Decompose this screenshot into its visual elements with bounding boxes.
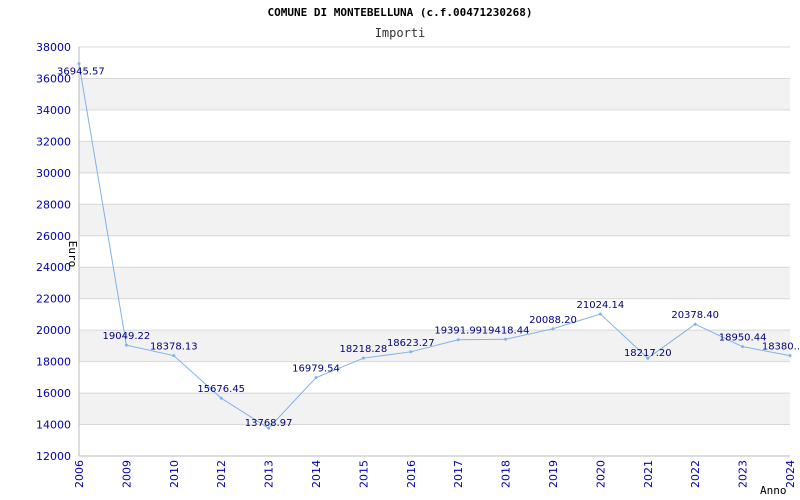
data-label: 18623.27 (387, 338, 435, 349)
data-point (124, 343, 128, 347)
y-tick-label: 30000 (36, 167, 71, 180)
data-label: 16979.54 (292, 364, 340, 375)
data-label: 18217.20 (624, 348, 672, 359)
data-point (693, 322, 697, 326)
x-tick-label: 2010 (168, 460, 181, 488)
y-tick-label: 14000 (36, 419, 71, 432)
data-label: 15676.45 (197, 384, 245, 395)
data-label: 18378.13 (150, 342, 198, 353)
data-label: 21024.14 (577, 300, 625, 311)
data-point (409, 350, 413, 354)
x-axis-label: Anno (760, 484, 787, 497)
y-tick-label: 18000 (36, 356, 71, 369)
data-point (504, 337, 508, 341)
data-point (219, 396, 223, 400)
grid-bands (79, 78, 790, 425)
x-tick-label: 2018 (500, 460, 513, 488)
series-line (78, 63, 791, 429)
x-tick-label: 2006 (73, 460, 86, 488)
data-label: 19418.44 (482, 325, 530, 336)
data-label: 18380.. (762, 342, 800, 353)
y-tick-label: 34000 (36, 104, 71, 117)
data-point (314, 376, 318, 380)
y-tick-label: 38000 (36, 41, 71, 54)
y-axis-label: Euro (66, 241, 79, 268)
data-point (172, 354, 176, 358)
data-label: 18218.28 (340, 344, 388, 355)
chart-subtitle: Importi (375, 26, 426, 40)
data-label: 18950.44 (719, 333, 767, 344)
y-tick-label: 22000 (36, 293, 71, 306)
data-point (788, 354, 792, 358)
grid-band (79, 204, 790, 236)
y-axis-ticks: 12000 14000 16000 18000 20000 22000 24000 26000… (36, 41, 71, 463)
grid-band (79, 393, 790, 425)
y-tick-label: 24000 (36, 261, 71, 274)
x-tick-label: 2015 (357, 460, 370, 488)
data-point (456, 338, 460, 342)
data-label: 19391.99 (434, 326, 482, 337)
x-axis-ticks: 2006 2009 2010 2012 2013 2014 2015 2016 2017 2018… (73, 460, 797, 488)
y-tick-label: 32000 (36, 135, 71, 148)
data-label: 36945.57 (57, 67, 105, 78)
data-labels: 36945.57 19049.2218378.13 15676.45 13768.97… (57, 67, 800, 430)
data-point (598, 312, 602, 316)
x-tick-label: 2022 (689, 460, 702, 488)
data-label: 19049.22 (103, 331, 151, 342)
data-point (77, 62, 81, 66)
grid-band (79, 141, 790, 173)
y-tick-label: 12000 (36, 450, 71, 463)
x-tick-label: 2013 (263, 460, 276, 488)
grid-band (79, 267, 790, 299)
x-tick-label: 2019 (547, 460, 560, 488)
x-tick-label: 2020 (594, 460, 607, 488)
grid-band (79, 78, 790, 110)
x-tick-label: 2009 (120, 460, 133, 488)
data-point (741, 345, 745, 349)
data-point (361, 356, 365, 360)
data-label: 20378.40 (671, 310, 719, 321)
x-tick-label: 2017 (452, 460, 465, 488)
x-tick-label: 2023 (737, 460, 750, 488)
y-tick-label: 26000 (36, 230, 71, 243)
y-tick-label: 16000 (36, 387, 71, 400)
x-tick-label: 2012 (215, 460, 228, 488)
data-label: 13768.97 (245, 418, 293, 429)
x-tick-label: 2014 (310, 460, 323, 488)
x-tick-label: 2021 (642, 460, 655, 488)
x-tick-label: 2016 (405, 460, 418, 488)
y-tick-label: 28000 (36, 198, 71, 211)
chart-title: COMUNE DI MONTEBELLUNA (c.f.00471230268) (268, 6, 533, 19)
y-tick-label: 20000 (36, 324, 71, 337)
data-points (77, 62, 792, 430)
data-label: 20088.20 (529, 315, 577, 326)
data-point (551, 327, 555, 331)
line-chart: COMUNE DI MONTEBELLUNA (c.f.00471230268)… (36, 6, 800, 497)
